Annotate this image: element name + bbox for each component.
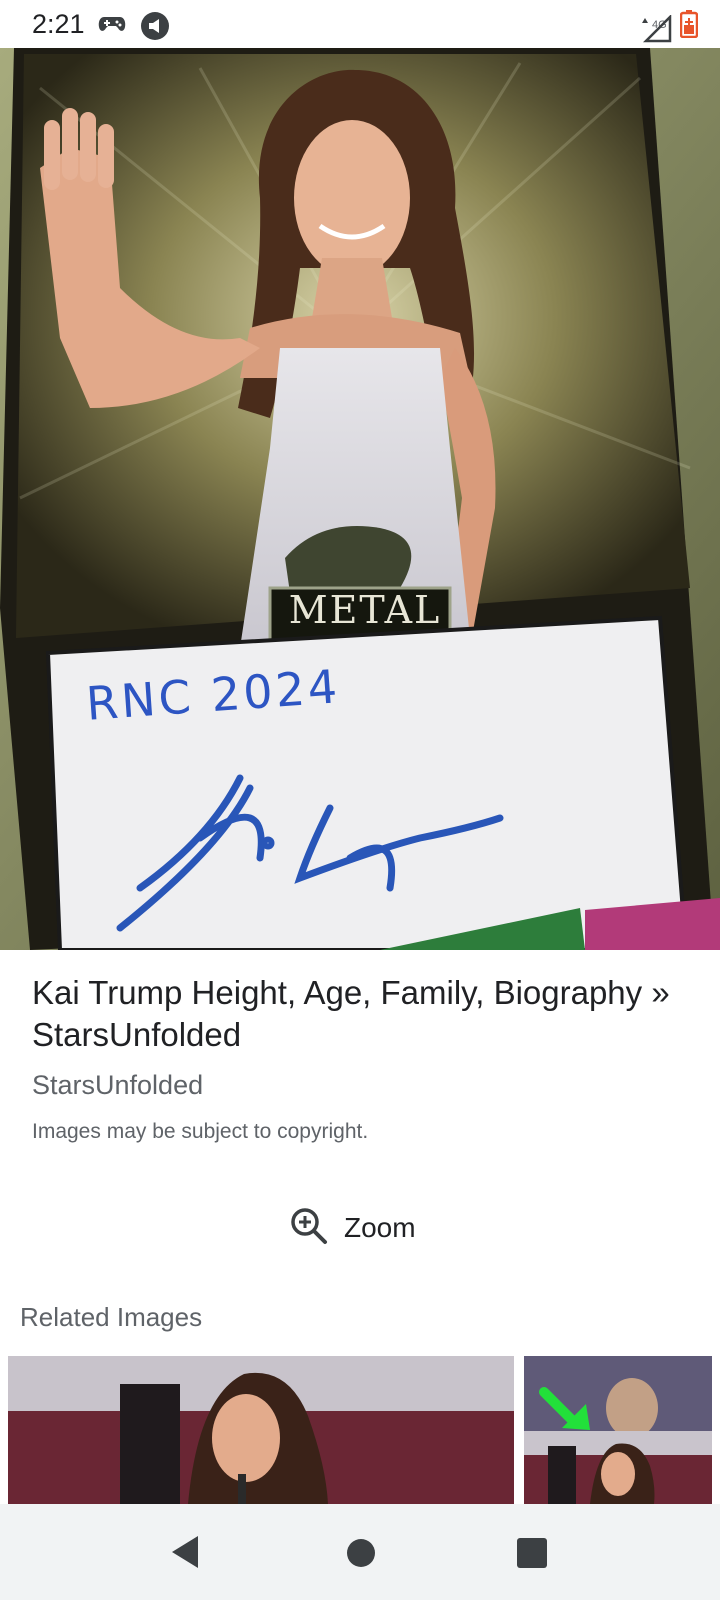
game-controller-icon: [98, 14, 126, 39]
copyright-notice: Images may be subject to copyright.: [32, 1120, 369, 1143]
zoom-label: Zoom: [344, 1212, 416, 1243]
related-image-thumbnail-1[interactable]: [8, 1356, 514, 1504]
back-icon[interactable]: [170, 1535, 200, 1574]
image-source-link[interactable]: StarsUnfolded: [32, 1070, 203, 1101]
recents-icon[interactable]: [517, 1538, 547, 1573]
system-navigation-bar: [0, 1504, 720, 1600]
card-logo-text: METAL: [288, 588, 442, 632]
status-right-group: 4G: [640, 10, 699, 43]
hero-image[interactable]: METAL RNC 2024: [0, 48, 720, 950]
home-icon[interactable]: [346, 1538, 376, 1573]
related-image-thumbnail-2[interactable]: [524, 1356, 712, 1504]
card-photo: [0, 48, 720, 950]
related-images-heading: Related Images: [20, 1302, 203, 1332]
status-bar: 2:21 4G: [0, 0, 720, 48]
battery-icon: [679, 10, 699, 43]
media-notification-icon: [140, 11, 170, 46]
image-title[interactable]: Kai Trump Height, Age, Family, Biography…: [32, 972, 702, 1056]
related-thumbnail-2-picture: [524, 1356, 712, 1504]
related-thumbnail-1-picture: [8, 1356, 514, 1504]
status-time: 2:21: [32, 9, 85, 39]
cell-signal-icon: 4G: [640, 15, 674, 43]
zoom-in-icon: [290, 1207, 328, 1250]
zoom-button[interactable]: Zoom: [290, 1204, 416, 1252]
